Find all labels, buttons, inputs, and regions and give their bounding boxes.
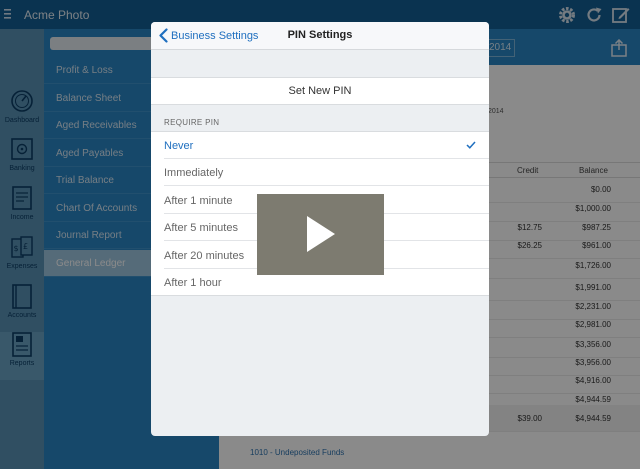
require-pin-section-header: REQUIRE PIN bbox=[164, 118, 220, 127]
play-icon bbox=[307, 216, 335, 252]
chevron-left-icon bbox=[159, 28, 168, 43]
back-button-label: Business Settings bbox=[171, 30, 259, 42]
checkmark-icon bbox=[466, 141, 476, 149]
option-never[interactable]: Never bbox=[151, 132, 489, 159]
option-label: Never bbox=[164, 140, 194, 152]
modal-header: PIN Settings Business Settings bbox=[151, 22, 489, 50]
option-label: After 20 minutes bbox=[164, 250, 245, 262]
option-immediately[interactable]: Immediately bbox=[151, 159, 489, 186]
option-label: After 5 minutes bbox=[164, 222, 238, 234]
option-label: After 1 hour bbox=[164, 277, 222, 289]
option-label: After 1 minute bbox=[164, 195, 233, 207]
option-label: Immediately bbox=[164, 167, 224, 179]
video-play-button[interactable] bbox=[257, 194, 384, 275]
set-new-pin-button[interactable]: Set New PIN bbox=[151, 77, 489, 105]
